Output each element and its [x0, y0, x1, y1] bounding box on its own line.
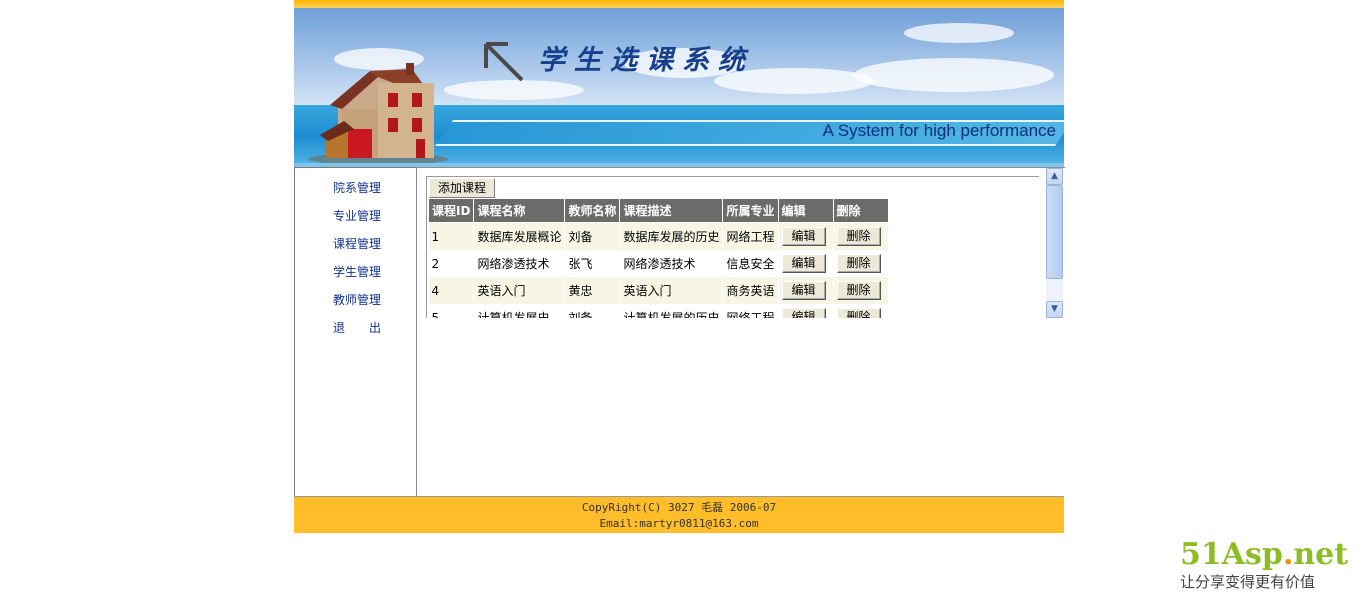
sidebar-item-courses[interactable]: 课程管理	[333, 235, 381, 252]
table-row: 2 网络渗透技术 张飞 网络渗透技术 信息安全 编辑 删除	[428, 250, 889, 277]
course-name: 英语入门	[473, 277, 566, 304]
teacher-name: 张飞	[564, 250, 621, 277]
header-banner: 学生选课系统 A System for high performance	[294, 8, 1064, 168]
table-row: 1 数据库发展概论 刘备 数据库发展的历史 网络工程 编辑 删除	[428, 222, 889, 250]
watermark-tagline: 让分享变得更有价值	[1180, 573, 1316, 591]
sidebar: 院系管理 专业管理 课程管理 学生管理 教师管理 退 出	[294, 167, 419, 497]
course-name: 计算机发展史	[473, 304, 566, 318]
delete-button[interactable]: 删除	[836, 308, 881, 318]
page-title: 学生选课系统	[538, 45, 754, 76]
course-desc: 计算机发展的历史	[619, 304, 724, 318]
course-list-frame: 添加课程 课程ID 课程名称 教师名称 课程描述 所属专业 编辑 删除 1 数据…	[426, 176, 1039, 318]
arrow-down-icon[interactable]: ▼	[1046, 301, 1063, 318]
column-header: 所属专业	[722, 198, 779, 223]
edit-button[interactable]: 编辑	[781, 254, 826, 273]
edit-button[interactable]: 编辑	[781, 281, 826, 300]
delete-button[interactable]: 删除	[836, 281, 881, 300]
column-header: 课程描述	[619, 198, 724, 223]
delete-button[interactable]: 删除	[836, 227, 881, 246]
teacher-name: 黄忠	[564, 277, 621, 304]
copyright-text: CopyRight(C) 3027 毛磊 2006-07	[581, 501, 777, 514]
table-row: 5 计算机发展史 刘备 计算机发展的历史 网络工程 编辑 删除	[428, 304, 889, 318]
sidebar-item-logout[interactable]: 退 出	[333, 319, 381, 336]
header-slogan: A System for high performance	[822, 121, 1056, 140]
email-text: Email:martyr0811@163.com	[599, 517, 759, 530]
top-bar	[294, 0, 1064, 8]
column-header: 课程名称	[473, 198, 566, 223]
delete-button[interactable]: 删除	[836, 254, 881, 273]
course-name: 网络渗透技术	[473, 250, 566, 277]
teacher-name: 刘备	[564, 222, 621, 250]
arrow-up-icon[interactable]: ▲	[1046, 168, 1063, 185]
course-id: 2	[428, 250, 475, 277]
column-header: 教师名称	[564, 198, 621, 223]
table-row: 4 英语入门 黄忠 英语入门 商务英语 编辑 删除	[428, 277, 889, 304]
table-header-row: 课程ID 课程名称 教师名称 课程描述 所属专业 编辑 删除	[427, 198, 889, 223]
sidebar-item-students[interactable]: 学生管理	[333, 263, 381, 280]
watermark-logo: 51Asp.net	[1180, 537, 1349, 572]
course-id: 1	[428, 222, 475, 250]
column-header: 编辑	[777, 198, 834, 223]
course-major: 网络工程	[722, 222, 779, 250]
vertical-scrollbar[interactable]: ▲ ▼	[1046, 168, 1063, 318]
scrollbar-thumb[interactable]	[1046, 185, 1063, 279]
column-header: 删除	[832, 198, 889, 223]
sidebar-item-majors[interactable]: 专业管理	[333, 207, 381, 224]
page-frame: 学生选课系统 A System for high performance 院系管…	[294, 0, 1065, 533]
add-course-button[interactable]: 添加课程	[429, 178, 496, 198]
course-id: 4	[428, 277, 475, 304]
course-desc: 数据库发展的历史	[619, 222, 724, 250]
course-name: 数据库发展概论	[473, 222, 566, 250]
course-major: 商务英语	[722, 277, 779, 304]
sidebar-item-departments[interactable]: 院系管理	[333, 179, 381, 196]
edit-button[interactable]: 编辑	[781, 308, 826, 318]
footer: CopyRight(C) 3027 毛磊 2006-07 Email:marty…	[294, 496, 1064, 533]
course-major: 网络工程	[722, 304, 779, 318]
course-desc: 网络渗透技术	[619, 250, 724, 277]
watermark: 51Asp.net 让分享变得更有价值	[1180, 538, 1356, 592]
course-id: 5	[428, 304, 475, 318]
course-desc: 英语入门	[619, 277, 724, 304]
column-header: 课程ID	[427, 198, 475, 223]
teacher-name: 刘备	[564, 304, 621, 318]
course-table: 课程ID 课程名称 教师名称 课程描述 所属专业 编辑 删除 1 数据库发展概论…	[427, 198, 889, 318]
course-major: 信息安全	[722, 250, 779, 277]
arrow-icon	[484, 42, 524, 82]
house-icon	[308, 63, 448, 163]
sidebar-item-teachers[interactable]: 教师管理	[333, 291, 381, 308]
main-content: 添加课程 课程ID 课程名称 教师名称 课程描述 所属专业 编辑 删除 1 数据…	[416, 167, 1065, 496]
edit-button[interactable]: 编辑	[781, 227, 826, 246]
